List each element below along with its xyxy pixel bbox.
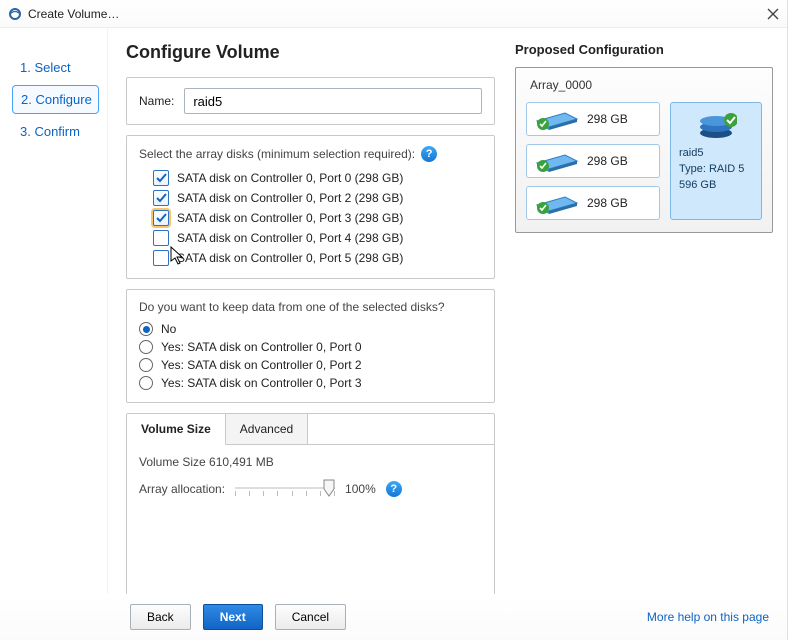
keep-option[interactable]: No <box>139 320 482 338</box>
keep-data-panel: Do you want to keep data from one of the… <box>126 289 495 403</box>
disk-label: SATA disk on Controller 0, Port 3 (298 G… <box>177 211 403 225</box>
raid-name: raid5 <box>679 147 753 159</box>
disk-checkbox[interactable] <box>153 210 169 226</box>
disk-label: SATA disk on Controller 0, Port 2 (298 G… <box>177 191 403 205</box>
disk-checkbox[interactable] <box>153 190 169 206</box>
volume-size-text: Volume Size 610,491 MB <box>139 455 482 469</box>
close-button[interactable] <box>767 8 779 20</box>
disk-label: SATA disk on Controller 0, Port 5 (298 G… <box>177 251 403 265</box>
disk-item: SATA disk on Controller 0, Port 4 (298 G… <box>153 228 482 248</box>
window-titlebar: Create Volume… <box>0 0 787 28</box>
keep-data-label: Do you want to keep data from one of the… <box>139 300 445 314</box>
proposed-panel: Array_0000 298 GB 298 GB 298 GB <box>515 67 773 233</box>
next-button[interactable]: Next <box>203 604 263 630</box>
tab-advanced[interactable]: Advanced <box>226 414 308 444</box>
disk-checkbox[interactable] <box>153 250 169 266</box>
keep-option[interactable]: Yes: SATA disk on Controller 0, Port 3 <box>139 374 482 392</box>
name-input[interactable] <box>184 88 482 114</box>
disk-select-panel: Select the array disks (minimum selectio… <box>126 135 495 279</box>
help-icon[interactable]: ? <box>421 146 437 162</box>
proposed-disk: 298 GB <box>526 102 660 136</box>
step-configure[interactable]: 2. Configure <box>12 85 99 114</box>
keep-option-label: No <box>161 322 176 336</box>
window-title: Create Volume… <box>28 7 767 21</box>
disk-icon <box>535 149 579 173</box>
raid-size: 596 GB <box>679 179 753 191</box>
radio-button[interactable] <box>139 358 153 372</box>
keep-option-label: Yes: SATA disk on Controller 0, Port 0 <box>161 340 362 354</box>
proposed-disk-size: 298 GB <box>587 112 628 126</box>
disk-select-label: Select the array disks (minimum selectio… <box>139 147 415 161</box>
proposed-disk: 298 GB <box>526 186 660 220</box>
wizard-footer: Back Next Cancel More help on this page <box>0 594 787 640</box>
disk-checkbox[interactable] <box>153 230 169 246</box>
step-select[interactable]: 1. Select <box>12 54 99 81</box>
keep-option-label: Yes: SATA disk on Controller 0, Port 2 <box>161 358 362 372</box>
disk-item: SATA disk on Controller 0, Port 0 (298 G… <box>153 168 482 188</box>
page-title: Configure Volume <box>126 42 495 63</box>
raid-card: raid5 Type: RAID 5 596 GB <box>670 102 762 220</box>
name-panel: Name: <box>126 77 495 125</box>
wizard-steps: 1. Select 2. Configure 3. Confirm <box>0 28 108 594</box>
proposed-disk-size: 298 GB <box>587 154 628 168</box>
radio-button[interactable] <box>139 322 153 336</box>
disk-item: SATA disk on Controller 0, Port 5 (298 G… <box>153 248 482 268</box>
radio-button[interactable] <box>139 340 153 354</box>
raid-volume-icon <box>695 111 737 141</box>
proposed-disk: 298 GB <box>526 144 660 178</box>
back-button[interactable]: Back <box>130 604 191 630</box>
cancel-button[interactable]: Cancel <box>275 604 346 630</box>
raid-type: Type: RAID 5 <box>679 163 753 175</box>
help-link[interactable]: More help on this page <box>647 610 769 624</box>
alloc-value: 100% <box>345 482 376 496</box>
keep-option[interactable]: Yes: SATA disk on Controller 0, Port 2 <box>139 356 482 374</box>
proposed-disk-size: 298 GB <box>587 196 628 210</box>
disk-icon <box>535 107 579 131</box>
disk-label: SATA disk on Controller 0, Port 4 (298 G… <box>177 231 403 245</box>
disk-item: SATA disk on Controller 0, Port 3 (298 G… <box>153 208 482 228</box>
radio-button[interactable] <box>139 376 153 390</box>
disk-label: SATA disk on Controller 0, Port 0 (298 G… <box>177 171 403 185</box>
tab-volume-size[interactable]: Volume Size <box>127 414 226 445</box>
alloc-label: Array allocation: <box>139 482 225 496</box>
disk-item: SATA disk on Controller 0, Port 2 (298 G… <box>153 188 482 208</box>
help-icon[interactable]: ? <box>386 481 402 497</box>
slider-thumb-icon[interactable] <box>323 479 335 497</box>
proposed-heading: Proposed Configuration <box>515 42 773 57</box>
step-confirm[interactable]: 3. Confirm <box>12 118 99 145</box>
name-label: Name: <box>139 94 174 108</box>
app-icon <box>8 7 22 21</box>
disk-checkbox[interactable] <box>153 170 169 186</box>
disk-icon <box>535 191 579 215</box>
array-name: Array_0000 <box>526 76 762 94</box>
alloc-slider[interactable] <box>235 479 335 499</box>
keep-option-label: Yes: SATA disk on Controller 0, Port 3 <box>161 376 362 390</box>
volume-size-card: Volume Size Advanced Volume Size 610,491… <box>126 413 495 613</box>
keep-option[interactable]: Yes: SATA disk on Controller 0, Port 0 <box>139 338 482 356</box>
